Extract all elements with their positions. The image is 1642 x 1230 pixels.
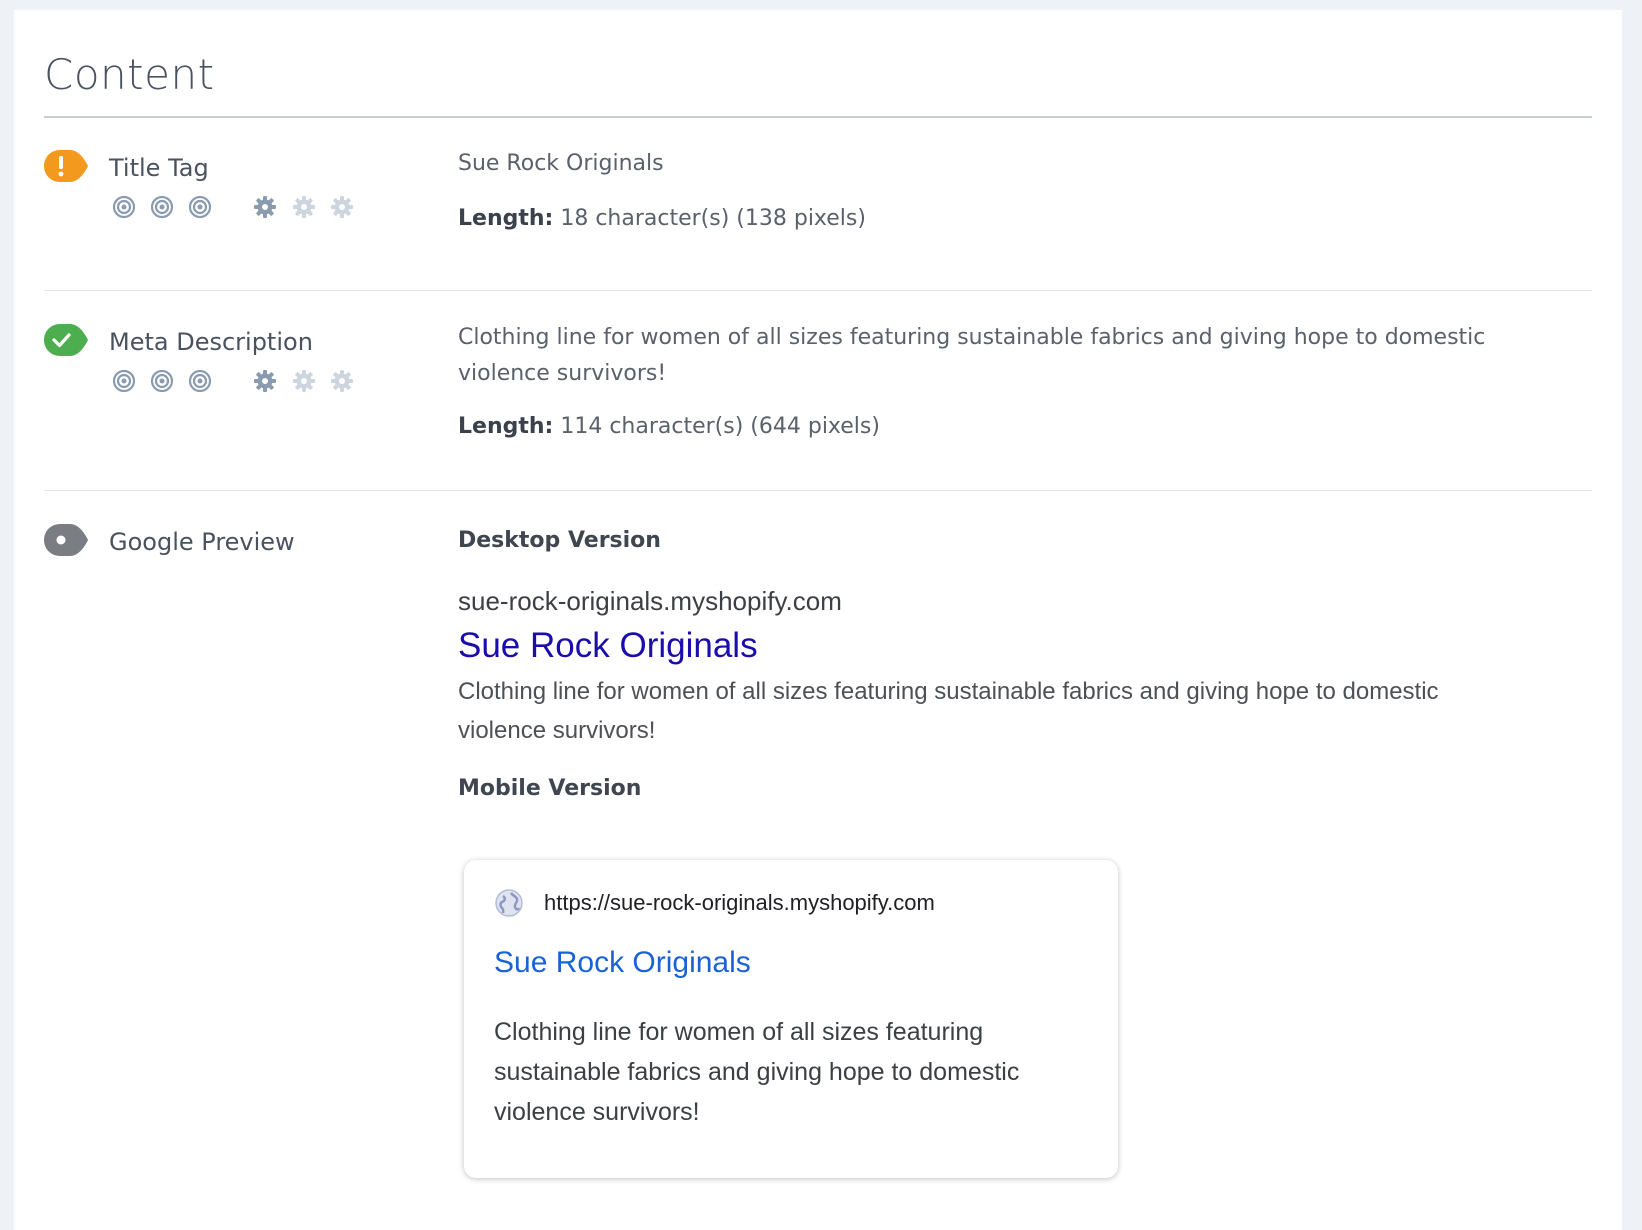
section-divider bbox=[44, 290, 1592, 291]
title-tag-section: Title Tag Sue Rock Originals Length: 18 … bbox=[44, 150, 1592, 280]
page-title: Content bbox=[44, 50, 215, 99]
gear-faded-icon bbox=[293, 370, 315, 392]
warning-icon bbox=[44, 150, 88, 182]
meta-description-value: Clothing line for women of all sizes fea… bbox=[458, 325, 1486, 386]
title-tag-label: Title Tag bbox=[109, 154, 209, 182]
desktop-url: sue-rock-originals.myshopify.com bbox=[458, 586, 842, 616]
gear-faded-icon bbox=[331, 196, 353, 218]
target-icon bbox=[188, 195, 212, 219]
target-icon bbox=[150, 195, 174, 219]
eye-icon bbox=[44, 524, 88, 556]
meta-description-label: Meta Description bbox=[109, 328, 313, 356]
gear-icon bbox=[254, 196, 276, 218]
length-value: 18 character(s) (138 pixels) bbox=[560, 206, 866, 231]
google-preview-label: Google Preview bbox=[109, 528, 295, 556]
gear-faded-icon bbox=[293, 196, 315, 218]
length-label: Length: bbox=[458, 206, 554, 231]
length-value: 114 character(s) (644 pixels) bbox=[560, 414, 880, 439]
target-icon bbox=[150, 369, 174, 393]
target-icon bbox=[188, 369, 212, 393]
desktop-result-description: Clothing line for women of all sizes fea… bbox=[458, 678, 1439, 744]
title-tag-length: Length: 18 character(s) (138 pixels) bbox=[458, 206, 866, 231]
gear-faded-icon bbox=[331, 370, 353, 392]
title-divider bbox=[44, 116, 1592, 118]
mobile-preview-card: https://sue-rock-originals.myshopify.com… bbox=[464, 860, 1118, 1178]
desktop-result-title[interactable]: Sue Rock Originals bbox=[458, 626, 758, 666]
desktop-version-heading: Desktop Version bbox=[458, 528, 661, 553]
meta-description-section: Meta Description Clothing line for women… bbox=[44, 324, 1592, 484]
content-panel: Content Title Tag Sue Rock Originals Len… bbox=[14, 10, 1622, 1230]
mobile-result-title[interactable]: Sue Rock Originals bbox=[494, 946, 751, 980]
target-icon bbox=[112, 369, 136, 393]
meta-description-length: Length: 114 character(s) (644 pixels) bbox=[458, 414, 880, 439]
target-icon bbox=[112, 195, 136, 219]
globe-icon bbox=[495, 889, 523, 917]
length-label: Length: bbox=[458, 414, 554, 439]
mobile-url: https://sue-rock-originals.myshopify.com bbox=[544, 890, 935, 915]
title-tag-value: Sue Rock Originals bbox=[458, 151, 664, 176]
mobile-version-heading: Mobile Version bbox=[458, 776, 642, 801]
gear-icon bbox=[254, 370, 276, 392]
mobile-result-description: Clothing line for women of all sizes fea… bbox=[494, 1018, 1020, 1126]
check-icon bbox=[44, 324, 88, 356]
section-divider bbox=[44, 490, 1592, 491]
